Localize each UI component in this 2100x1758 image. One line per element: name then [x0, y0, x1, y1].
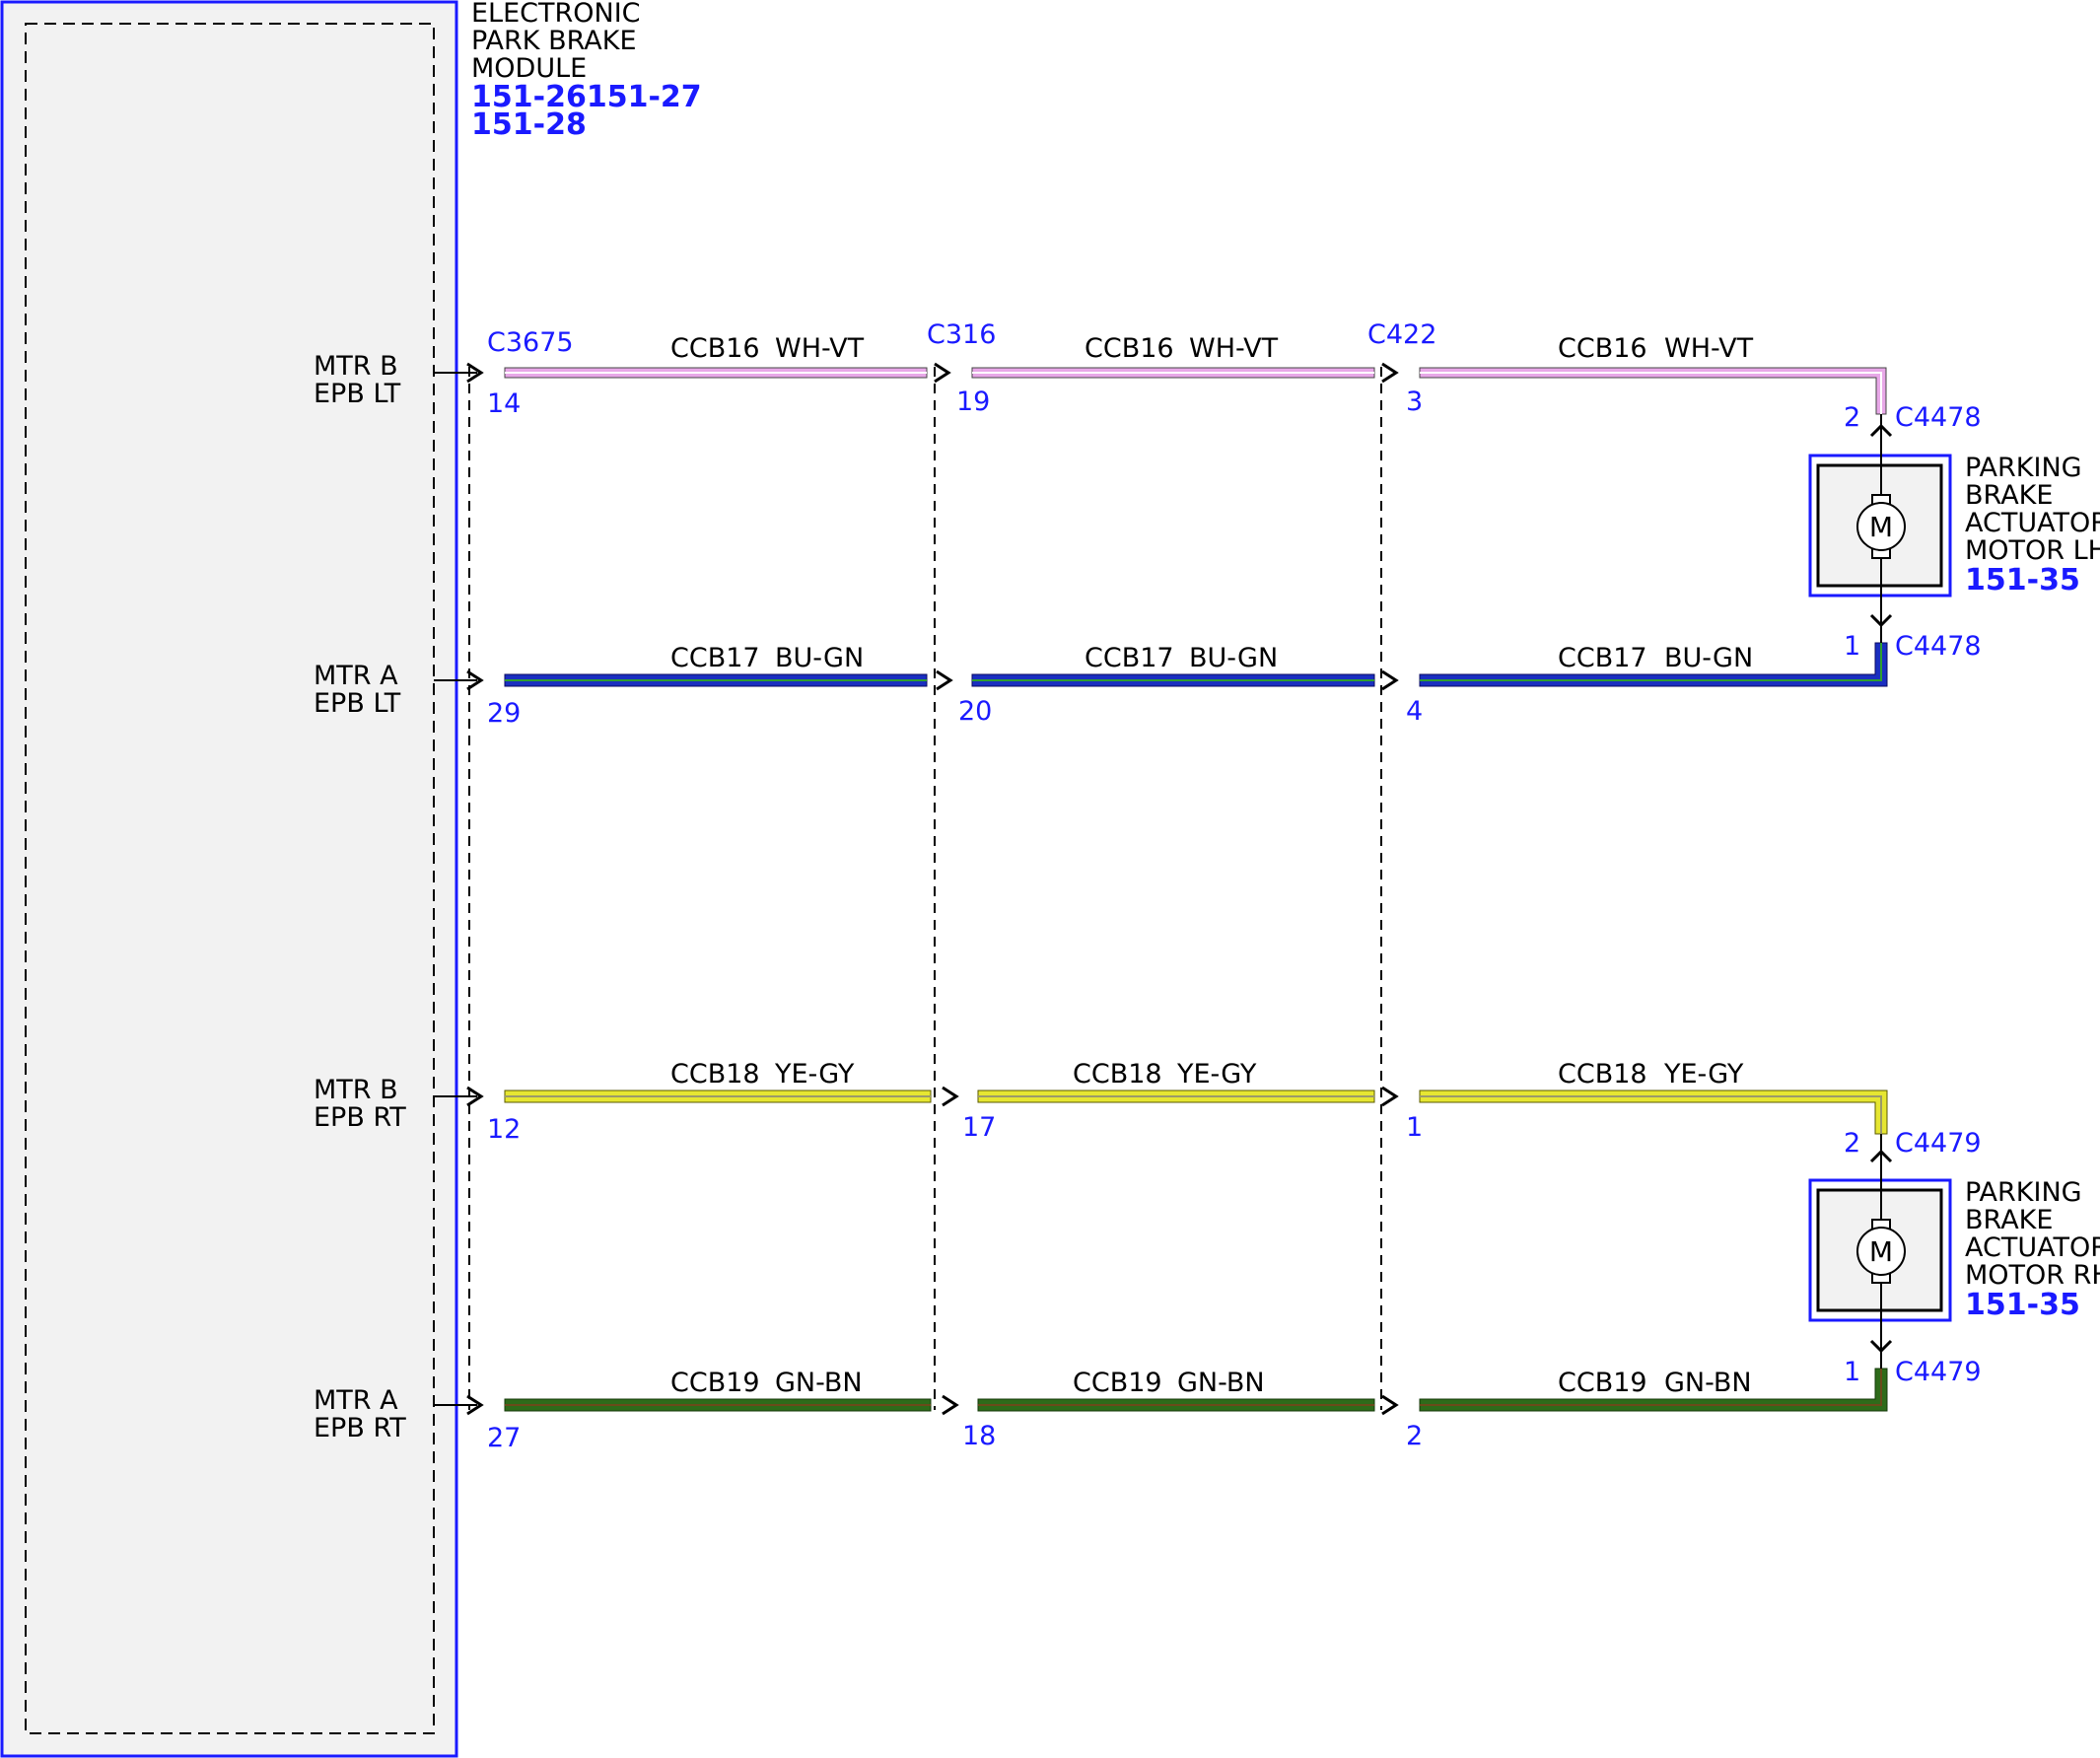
wire-color-code: GN-BN [775, 1368, 863, 1398]
wire-color-code: YE-GY [1176, 1059, 1257, 1090]
circuit-ccb17: MTR A EPB LT CCB17 BU-GN CCB17 BU-GN CCB… [314, 598, 1982, 729]
connector-arrow [1381, 1394, 1399, 1416]
motor-ref-link[interactable]: 151-35 [1965, 563, 2080, 598]
motor-ref-link[interactable]: 151-35 [1965, 1288, 2080, 1322]
motor-name-line-1: PARKING [1965, 1177, 2082, 1208]
motor-name-line-4: MOTOR RH [1965, 1260, 2100, 1291]
wire-color-code: WH-VT [1664, 333, 1754, 364]
pin-label-line-1: MTR B [314, 351, 398, 382]
connector-arrow [934, 362, 951, 384]
module-name-line-1: ELECTRONIC [471, 0, 641, 29]
wire-color-code: GN-BN [1664, 1368, 1752, 1398]
wire-color-code: YE-GY [1663, 1059, 1744, 1090]
wire-circuit-id: CCB19 [1073, 1368, 1162, 1398]
connector-arrow [1381, 1086, 1399, 1107]
motor-name-line-2: BRAKE [1965, 480, 2053, 511]
wire-circuit-id: CCB16 [1085, 333, 1174, 364]
motor-name-line-1: PARKING [1965, 453, 2082, 483]
wire-circuit-id: CCB19 [1558, 1368, 1647, 1398]
device-pin-number: 1 [1844, 631, 1860, 662]
pin-number: 14 [487, 388, 521, 419]
motor-symbol-letter: M [1869, 511, 1893, 543]
motor-name-line-2: BRAKE [1965, 1205, 2053, 1235]
pin-label-line-2: EPB LT [314, 688, 401, 719]
wiring-diagram: ELECTRONIC PARK BRAKE MODULE 151-26151-2… [0, 0, 2100, 1758]
device-pin-number: 2 [1844, 1128, 1860, 1159]
wire-color-code: BU-GN [1664, 643, 1753, 673]
wire-color-code: YE-GY [774, 1059, 855, 1090]
wire-circuit-id: CCB19 [670, 1368, 760, 1398]
motor-rh: M PARKING BRAKE ACTUATOR MOTOR RH 151-35 [1808, 1171, 2100, 1322]
wire-circuit-id: CCB16 [670, 333, 760, 364]
pin-number: 29 [487, 698, 521, 729]
wire-circuit-id: CCB18 [670, 1059, 760, 1090]
motor-symbol-letter: M [1869, 1235, 1893, 1268]
motor-name-line-3: ACTUATOR [1965, 508, 2100, 538]
wire-segment-to-device [1419, 367, 1887, 415]
wire-color-code: WH-VT [775, 333, 865, 364]
wire-circuit-id: CCB16 [1558, 333, 1647, 364]
module-name-line-2: PARK BRAKE [471, 26, 637, 56]
pin-number: 1 [1406, 1112, 1423, 1143]
connector-arrow [936, 669, 953, 691]
wire-stripe [1420, 372, 1882, 414]
pin-number: 3 [1406, 387, 1423, 417]
device-connector-label: C4478 [1895, 402, 1982, 433]
wire-color-code: BU-GN [775, 643, 864, 673]
pin-number: 19 [956, 387, 990, 417]
pin-number: 20 [958, 696, 992, 727]
pin-number: 12 [487, 1114, 521, 1145]
device-connector-label: C4478 [1895, 631, 1982, 662]
circuit-ccb18: MTR B EPB RT CCB18 YE-GY CCB18 YE-GY CCB… [314, 1059, 1982, 1171]
circuit-ccb19: MTR A EPB RT CCB19 GN-BN CCB19 GN-BN CCB… [314, 1321, 1982, 1453]
device-pin-number: 2 [1844, 402, 1860, 433]
pin-label-line-1: MTR A [314, 661, 398, 691]
connector-label-c3675: C3675 [487, 327, 574, 358]
pin-number: 27 [487, 1423, 521, 1453]
wire-circuit-id: CCB17 [1558, 643, 1647, 673]
device-connector-label: C4479 [1895, 1357, 1982, 1387]
wire-circuit-id: CCB17 [670, 643, 760, 673]
module-box [0, 0, 458, 1758]
wire-circuit-id: CCB17 [1085, 643, 1174, 673]
device-pin-number: 1 [1844, 1357, 1860, 1387]
connector-arrow [1381, 669, 1399, 691]
wire-color-code: GN-BN [1177, 1368, 1265, 1398]
connector-arrow [942, 1394, 959, 1416]
pin-label-line-2: EPB LT [314, 379, 401, 409]
motor-lh: M PARKING BRAKE ACTUATOR MOTOR LH 151-35 [1808, 446, 2100, 598]
pin-number: 18 [962, 1421, 996, 1451]
wire-color-code: WH-VT [1189, 333, 1279, 364]
connector-label-c422: C422 [1367, 319, 1436, 350]
wire-color-code: BU-GN [1189, 643, 1278, 673]
pin-number: 4 [1406, 696, 1423, 727]
connector-label-c316: C316 [927, 319, 996, 350]
wire-circuit-id: CCB18 [1073, 1059, 1162, 1090]
motor-name-line-3: ACTUATOR [1965, 1232, 2100, 1263]
pin-label-line-2: EPB RT [314, 1413, 406, 1443]
module-ref-link-2[interactable]: 151-28 [471, 107, 587, 142]
connector-arrow [942, 1086, 959, 1107]
pin-label-line-2: EPB RT [314, 1102, 406, 1133]
wire-circuit-id: CCB18 [1558, 1059, 1647, 1090]
motor-name-line-4: MOTOR LH [1965, 535, 2100, 566]
pin-number: 17 [962, 1112, 996, 1143]
pin-number: 2 [1406, 1421, 1423, 1451]
pin-label-line-1: MTR B [314, 1075, 398, 1105]
connector-arrow [1381, 362, 1399, 384]
pin-label-line-1: MTR A [314, 1385, 398, 1416]
device-connector-label: C4479 [1895, 1128, 1982, 1159]
